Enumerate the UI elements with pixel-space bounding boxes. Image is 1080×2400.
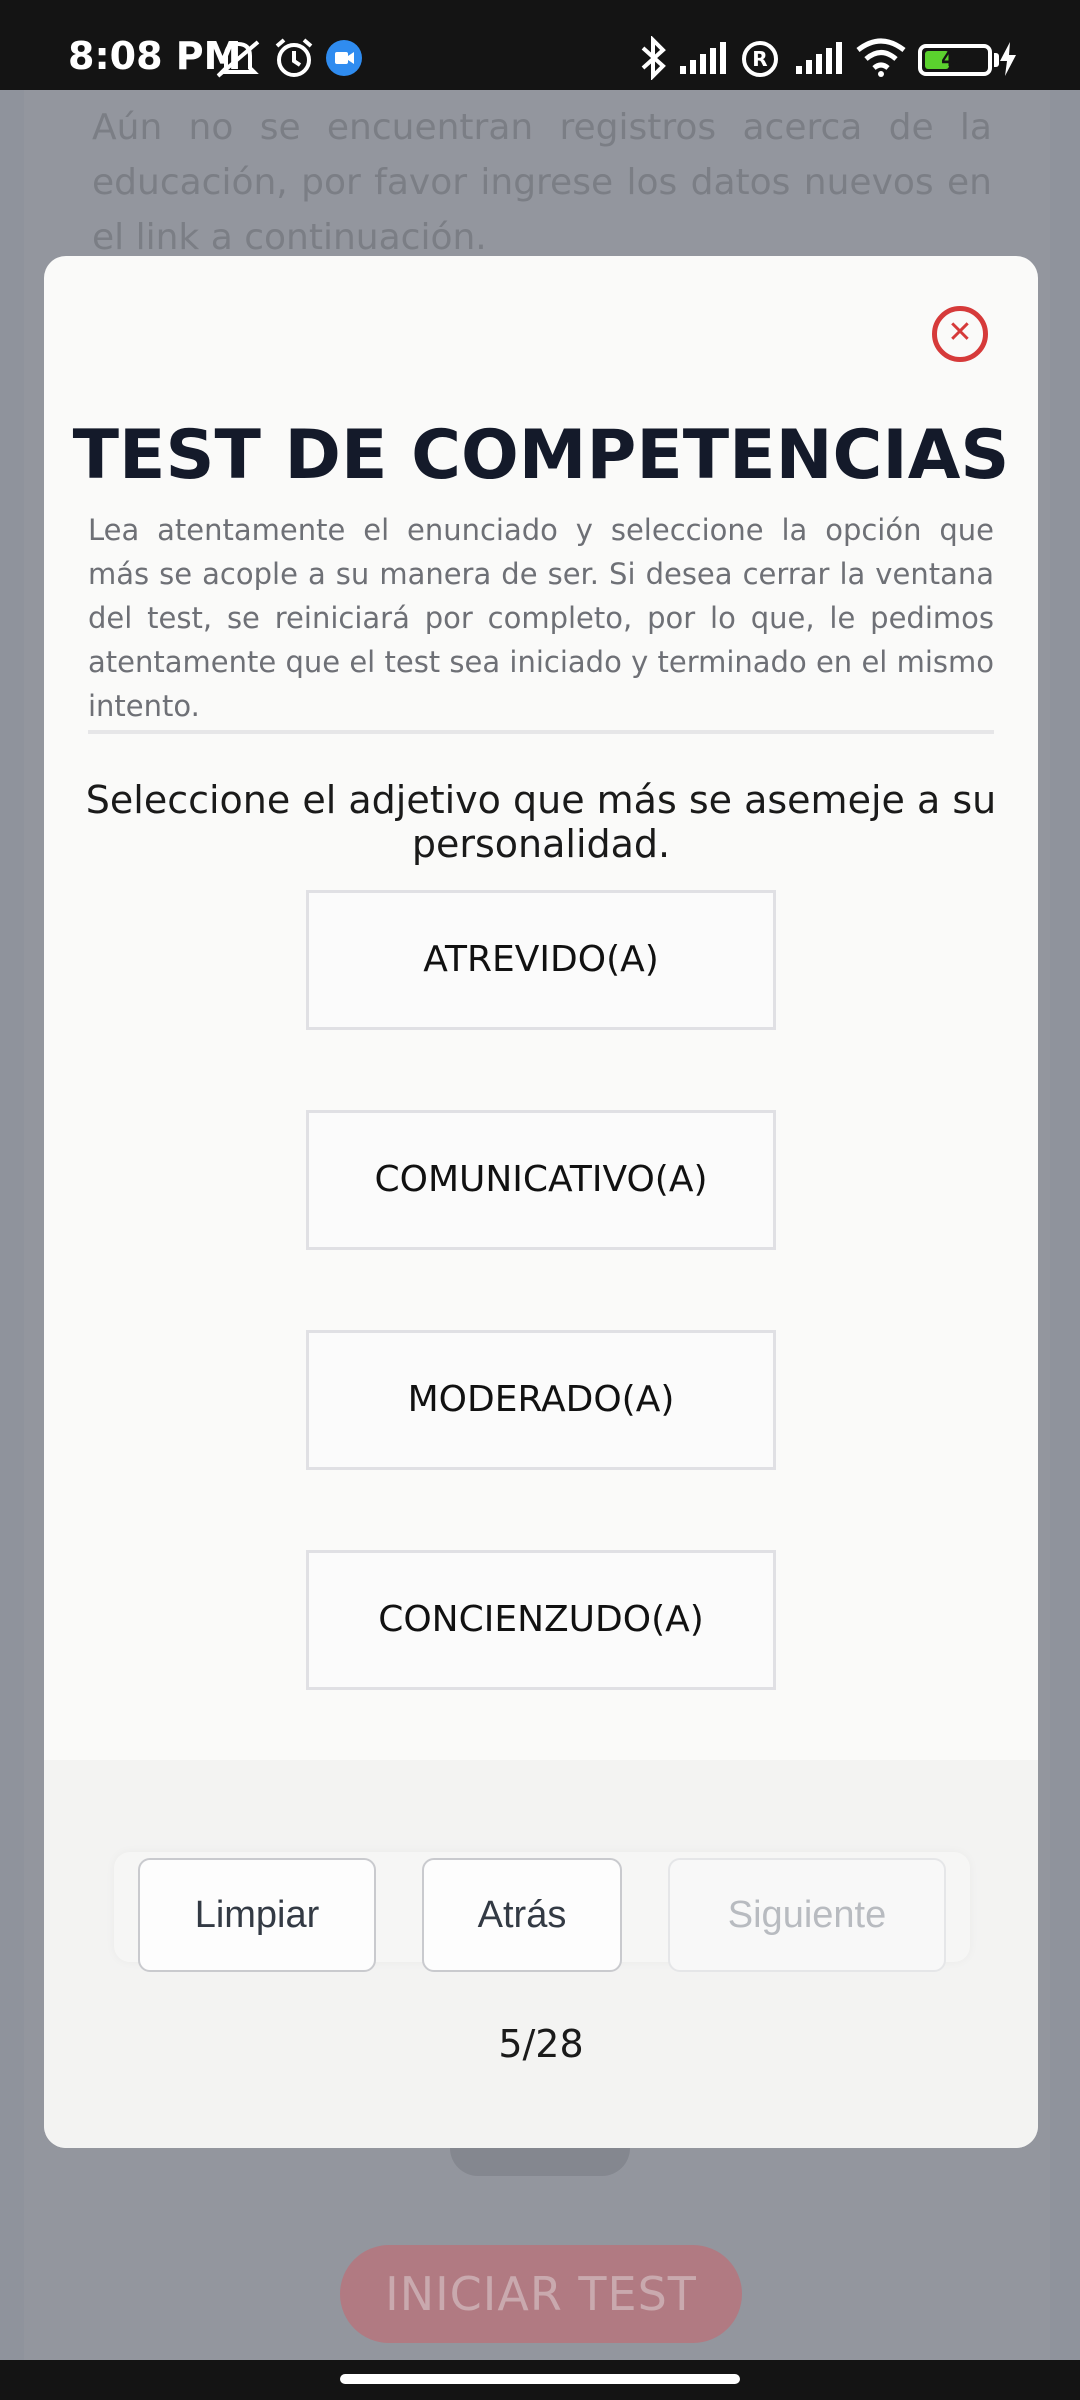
wifi-icon [856, 38, 906, 77]
test-modal: ✕ TEST DE COMPETENCIAS Lea atentamente e… [44, 256, 1038, 2148]
close-button[interactable]: ✕ [932, 306, 988, 362]
home-handle[interactable] [340, 2374, 740, 2384]
battery-level: 40 [941, 47, 969, 71]
modal-title: TEST DE COMPETENCIAS [72, 416, 1010, 495]
alarm-icon [275, 38, 313, 77]
signal-icon [680, 42, 726, 74]
question-text: Seleccione el adjetivo que más se asemej… [85, 778, 997, 866]
charging-icon [1000, 42, 1016, 76]
option-button-moderado[interactable]: MODERADO(A) [306, 1330, 776, 1470]
close-icon: ✕ [947, 315, 973, 350]
roaming-icon: R [742, 41, 778, 77]
option-button-concienzudo[interactable]: CONCIENZUDO(A) [306, 1550, 776, 1690]
meet-icon [326, 40, 362, 76]
option-button-atrevido[interactable]: ATREVIDO(A) [306, 890, 776, 1030]
next-button[interactable]: Siguiente [668, 1858, 946, 1972]
option-button-comunicativo[interactable]: COMUNICATIVO(A) [306, 1110, 776, 1250]
modal-instructions: Lea atentamente el enunciado y seleccion… [88, 513, 994, 723]
progress-counter: 5/28 [498, 2022, 584, 2066]
background-intro-text: Aún no se encuentran registros acerca de… [92, 107, 992, 258]
start-test-button: INICIAR TEST [340, 2245, 742, 2343]
battery-icon: 40 [918, 44, 992, 76]
battery-cap [994, 53, 999, 67]
mute-icon [216, 40, 260, 78]
bluetooth-icon [641, 36, 666, 80]
divider [88, 730, 994, 734]
signal-icon [796, 42, 842, 74]
status-bar: 8:08 PM R 40 [0, 0, 1080, 90]
back-button[interactable]: Atrás [422, 1858, 622, 1972]
clear-button[interactable]: Limpiar [138, 1858, 376, 1972]
